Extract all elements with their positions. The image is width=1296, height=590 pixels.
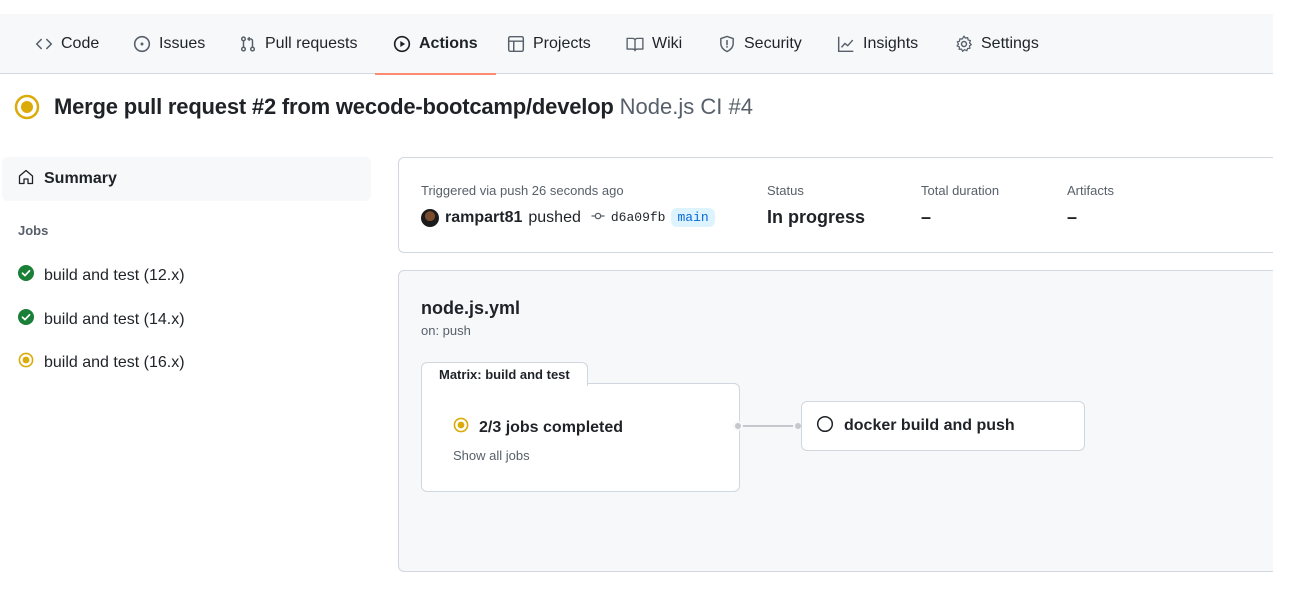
tab-code[interactable]: Code <box>35 14 99 74</box>
avatar[interactable] <box>421 208 439 227</box>
artifacts-value: – <box>1067 207 1078 227</box>
tab-label: Projects <box>533 35 591 52</box>
duration-label: Total duration <box>921 183 1000 198</box>
tab-settings[interactable]: Settings <box>955 14 1039 74</box>
tab-label: Security <box>744 35 802 52</box>
book-icon <box>626 35 644 53</box>
tab-label: Code <box>61 35 100 52</box>
status-value: In progress <box>767 207 866 227</box>
job-label: build and test (12.x) <box>44 266 185 284</box>
in-progress-icon <box>18 352 34 373</box>
show-all-jobs-link[interactable]: Show all jobs <box>453 448 530 463</box>
issue-opened-icon <box>133 35 151 53</box>
job-name: docker build and push <box>844 417 1015 434</box>
tab-pull-requests[interactable]: Pull requests <box>239 14 358 74</box>
trigger-text: Triggered via push 26 seconds ago <box>421 183 624 198</box>
matrix-job-card[interactable]: 2/3 jobs completed Show all jobs <box>421 383 740 492</box>
tab-actions[interactable]: Actions <box>375 14 496 75</box>
job-label: build and test (16.x) <box>44 353 185 371</box>
matrix-progress: 2/3 jobs completed <box>453 417 623 438</box>
duration-value: – <box>921 207 932 227</box>
matrix-progress-text: 2/3 jobs completed <box>479 418 624 436</box>
tab-label: Settings <box>981 35 1039 52</box>
check-circle-icon <box>18 309 34 330</box>
tab-security[interactable]: Security <box>718 14 802 74</box>
tab-label: Issues <box>159 35 206 52</box>
tab-label: Insights <box>863 35 919 52</box>
home-icon <box>18 169 34 190</box>
trigger-row: rampart81 pushed d6a09fb main <box>421 208 715 227</box>
sidebar-job-item[interactable]: build and test (16.x) <box>18 352 185 373</box>
sidebar-job-item[interactable]: build and test (12.x) <box>18 265 185 286</box>
downstream-job-card[interactable]: docker build and push <box>801 401 1085 451</box>
play-icon <box>393 35 411 53</box>
tab-label: Wiki <box>652 35 683 52</box>
sidebar-item-summary[interactable]: Summary <box>2 157 371 201</box>
in-progress-icon <box>14 94 40 120</box>
gear-icon <box>955 35 973 53</box>
tab-projects[interactable]: Projects <box>507 14 591 74</box>
tab-wiki[interactable]: Wiki <box>626 14 682 74</box>
workflow-run-label[interactable]: Node.js CI #4 <box>620 94 753 119</box>
table-icon <box>507 35 525 53</box>
tab-insights[interactable]: Insights <box>837 14 918 74</box>
tab-label: Pull requests <box>265 35 358 52</box>
repo-navigation: Code Issues Pull requests Actions Projec… <box>0 14 1273 75</box>
status-label: Status <box>767 183 804 198</box>
shield-icon <box>718 35 736 53</box>
graph-icon <box>837 35 855 53</box>
workflow-graph: node.js.yml on: push Matrix: build and t… <box>398 270 1273 572</box>
git-commit-icon <box>591 209 605 226</box>
sidebar-job-item[interactable]: build and test (14.x) <box>18 309 185 330</box>
branch-label[interactable]: main <box>671 208 715 227</box>
connector-dot <box>733 421 743 431</box>
push-action-text: pushed <box>528 208 581 226</box>
jobs-heading: Jobs <box>18 223 49 238</box>
code-icon <box>35 35 53 53</box>
run-summary-panel: Triggered via push 26 seconds ago rampar… <box>398 157 1273 253</box>
check-circle-icon <box>18 265 34 286</box>
page-title: Merge pull request #2 from wecode-bootca… <box>54 94 614 119</box>
workflow-file-name: node.js.yml <box>421 298 521 318</box>
queued-icon <box>816 415 834 438</box>
tab-label: Actions <box>419 35 478 52</box>
actor-link[interactable]: rampart81 <box>445 209 522 227</box>
git-pull-request-icon <box>239 35 257 53</box>
matrix-label: Matrix: build and test <box>421 362 588 386</box>
workflow-trigger: on: push <box>421 323 471 338</box>
run-title: Merge pull request #2 from wecode-bootca… <box>14 94 753 120</box>
commit-sha-link[interactable]: d6a09fb <box>611 210 666 225</box>
artifacts-label: Artifacts <box>1067 183 1114 198</box>
job-label: build and test (14.x) <box>44 310 185 328</box>
sidebar-item-label: Summary <box>44 170 117 187</box>
tab-issues[interactable]: Issues <box>133 14 205 74</box>
in-progress-icon <box>453 417 469 438</box>
